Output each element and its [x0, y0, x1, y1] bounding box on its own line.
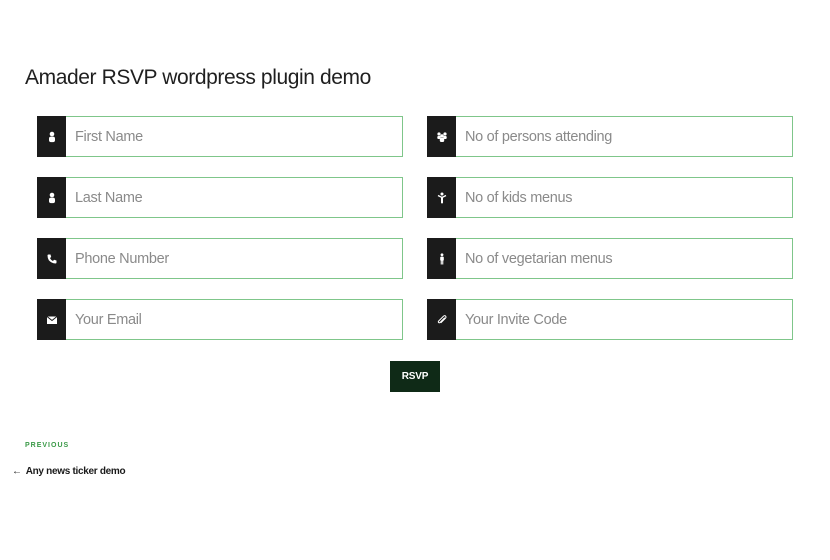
paperclip-icon — [427, 299, 456, 340]
previous-post-title: Any news ticker demo — [25, 466, 126, 477]
previous-post-link[interactable]: ← Any news ticker demo — [12, 466, 126, 477]
last-name-input[interactable] — [66, 177, 403, 218]
arrow-left-icon: ← — [12, 466, 22, 477]
first-name-input[interactable] — [66, 116, 403, 157]
kids-menus-field[interactable] — [427, 177, 793, 218]
invite-code-field[interactable] — [427, 299, 793, 340]
vegetarian-menus-input[interactable] — [456, 238, 793, 279]
envelope-icon — [37, 299, 66, 340]
phone-icon — [37, 238, 66, 279]
vegetarian-menus-field[interactable] — [427, 238, 793, 279]
previous-post-label: PREVIOUS — [25, 442, 70, 449]
person-icon — [427, 238, 456, 279]
persons-attending-field[interactable] — [427, 116, 793, 157]
child-icon — [427, 177, 456, 218]
phone-input[interactable] — [66, 238, 403, 279]
page-title: Amader RSVP wordpress plugin demo — [25, 66, 371, 89]
phone-field[interactable] — [37, 238, 403, 279]
user-icon — [37, 116, 66, 157]
email-input[interactable] — [66, 299, 403, 340]
first-name-field[interactable] — [37, 116, 403, 157]
last-name-field[interactable] — [37, 177, 403, 218]
invite-code-input[interactable] — [456, 299, 793, 340]
persons-attending-input[interactable] — [456, 116, 793, 157]
group-icon — [427, 116, 456, 157]
kids-menus-input[interactable] — [456, 177, 793, 218]
email-field[interactable] — [37, 299, 403, 340]
user-icon — [37, 177, 66, 218]
rsvp-submit-button[interactable]: RSVP — [390, 361, 440, 392]
